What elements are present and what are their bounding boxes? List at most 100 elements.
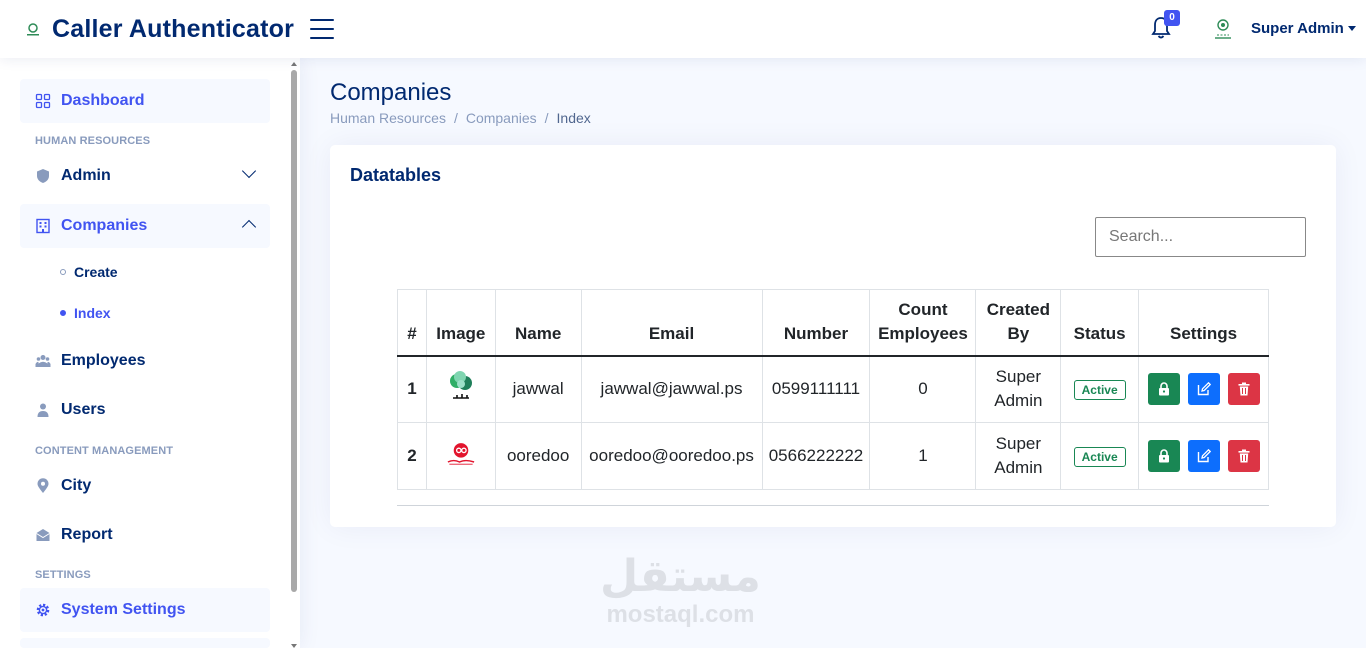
watermark-arabic: مستقل <box>600 551 761 602</box>
watermark: مستقل mostaql.com <box>600 555 761 629</box>
card-title: Datatables <box>350 165 442 185</box>
logo[interactable]: Caller Authenticator <box>24 15 294 44</box>
column-header[interactable]: Created By <box>975 289 1062 357</box>
sidebar-scrollbar[interactable] <box>290 62 298 648</box>
breadcrumb-separator: / <box>453 110 458 126</box>
company-number: 0566222222 <box>761 422 871 490</box>
logo-icon <box>27 23 39 36</box>
edit-icon <box>1197 382 1211 396</box>
notifications-button[interactable]: 0 <box>1150 10 1180 42</box>
sidebar-item-label: Companies <box>61 217 148 234</box>
company-email: jawwal@jawwal.ps <box>580 355 763 423</box>
settings-cell <box>1138 422 1269 490</box>
sidebar-item-employees[interactable]: Employees <box>20 339 270 383</box>
chevron-down-icon <box>241 163 257 179</box>
column-header[interactable]: Name <box>494 289 582 357</box>
employee-count: 1 <box>869 422 977 490</box>
sidebar-item-label: Admin <box>61 167 111 184</box>
ooredoo-logo <box>447 442 475 465</box>
status-badge: Active <box>1073 446 1126 467</box>
created-by: Super Admin <box>975 355 1062 423</box>
nav-heading-content: CONTENT MANAGEMENT <box>35 445 174 457</box>
avatar-icon[interactable] <box>1210 16 1236 42</box>
column-header[interactable]: # <box>397 289 427 357</box>
employee-count: 0 <box>869 355 977 423</box>
company-image-cell <box>425 422 496 490</box>
watermark-latin: mostaql.com <box>606 601 755 628</box>
status-cell: Active <box>1060 422 1140 490</box>
column-header[interactable]: Settings <box>1138 289 1269 357</box>
table-footer-divider <box>397 505 1269 506</box>
column-header[interactable]: Count Employees <box>869 289 977 357</box>
menu-icon[interactable] <box>310 19 335 39</box>
status-cell: Active <box>1060 355 1140 423</box>
grid-icon <box>35 93 51 109</box>
sidebar-item-label: Report <box>61 526 113 543</box>
company-name: jawwal <box>494 355 582 423</box>
search-input[interactable] <box>1095 217 1306 257</box>
row-number: 2 <box>397 422 427 490</box>
delete-button[interactable] <box>1227 440 1260 472</box>
user-menu[interactable]: Super Admin <box>1251 20 1356 37</box>
breadcrumb-item[interactable]: Companies <box>466 110 537 126</box>
trash-icon <box>1238 382 1250 396</box>
envelope-icon <box>36 529 50 541</box>
sidebar-item-label: Dashboard <box>61 92 145 109</box>
edit-button[interactable] <box>1187 373 1220 406</box>
user-name: Super Admin <box>1251 20 1344 37</box>
table-header-row: # Image Name Email Number Count Employee… <box>397 289 1269 357</box>
table-row: 1 jawwal jawwal@jawwal.ps 0599111111 0 S… <box>397 355 1269 423</box>
column-header[interactable]: Image <box>425 289 496 357</box>
company-email: ooredoo@ooredoo.ps <box>580 422 763 490</box>
breadcrumb-separator: / <box>544 110 549 126</box>
delete-button[interactable] <box>1227 373 1260 406</box>
breadcrumb-item[interactable]: Human Resources <box>330 110 446 126</box>
sidebar-item-label: Employees <box>61 352 146 369</box>
column-header[interactable]: Email <box>580 289 763 357</box>
settings-cell <box>1138 355 1269 423</box>
column-header[interactable]: Status <box>1060 289 1140 357</box>
nav-heading-settings: SETTINGS <box>35 569 91 581</box>
lock-icon <box>1158 449 1169 463</box>
scrollbar-thumb[interactable] <box>291 70 297 592</box>
breadcrumb: Human Resources / Companies / Index <box>330 110 591 126</box>
sidebar-item-users[interactable]: Users <box>20 388 270 432</box>
sidebar-item-city[interactable]: City <box>20 464 270 508</box>
sidebar-item-system-settings[interactable]: System Settings <box>20 588 270 632</box>
sidebar-item-label: Users <box>61 401 106 418</box>
sidebar-subitem-index[interactable]: Index <box>60 305 111 321</box>
scroll-up-icon[interactable] <box>291 62 297 66</box>
trash-icon <box>1238 449 1250 463</box>
jawwal-logo <box>449 370 472 399</box>
status-badge: Active <box>1073 379 1126 400</box>
sidebar-subitem-label: Index <box>74 305 111 321</box>
sidebar-item-companies[interactable]: Companies <box>20 204 270 248</box>
datatable-card: Datatables # Image Name Email Number Cou… <box>330 145 1336 527</box>
companies-table: # Image Name Email Number Count Employee… <box>397 289 1269 490</box>
chevron-up-icon <box>241 219 257 235</box>
lock-button[interactable] <box>1147 440 1180 472</box>
edit-icon <box>1197 449 1211 463</box>
gear-icon <box>36 603 50 617</box>
sidebar-item-label: City <box>61 477 92 494</box>
sidebar-item-dashboard[interactable]: Dashboard <box>20 79 270 123</box>
sidebar-item-report[interactable]: Report <box>20 513 270 557</box>
lock-button[interactable] <box>1147 373 1180 406</box>
column-header[interactable]: Number <box>761 289 871 357</box>
nav-heading-hr: HUMAN RESOURCES <box>35 135 151 147</box>
edit-button[interactable] <box>1187 440 1220 472</box>
circle-icon <box>60 310 66 316</box>
sidebar-item-partial[interactable] <box>20 638 270 648</box>
company-image-cell <box>425 355 496 423</box>
shield-icon <box>37 169 49 183</box>
row-number: 1 <box>397 355 427 423</box>
circle-icon <box>60 269 66 275</box>
sidebar-item-admin[interactable]: Admin <box>20 154 270 198</box>
person-icon <box>37 403 49 417</box>
sidebar-subitem-create[interactable]: Create <box>60 264 118 280</box>
scroll-down-icon[interactable] <box>291 644 297 648</box>
sidebar-subitem-label: Create <box>74 264 118 280</box>
table-row: 2 ooredoo ooredoo@ooredoo.ps 0566222222 … <box>397 422 1269 490</box>
app-title: Caller Authenticator <box>52 14 295 43</box>
breadcrumb-current: Index <box>556 110 591 126</box>
